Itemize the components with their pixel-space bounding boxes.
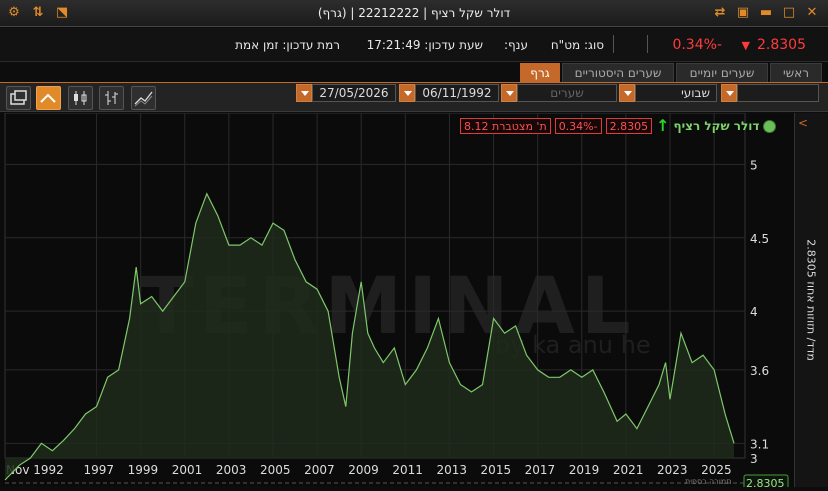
period-dropdown-arrow[interactable] <box>619 84 635 102</box>
legend-series-name: דולר שקל רציף <box>673 119 760 133</box>
chart-legend: דולר שקל רציף ↑ 2.8305 -0.34% ת' מצטברת … <box>460 116 777 135</box>
x-tick-label: 2023 <box>657 463 688 477</box>
info-bar: 2.8305 ▼ -0.34% סוג: מט"ח ענף: שעת עדכון… <box>0 28 828 62</box>
x-tick-label: 2005 <box>260 463 291 477</box>
chart-area[interactable]: TERMINAL by ka anu he 3 3.1 3.6 4 4.5 5 Nov 1992… <box>0 112 828 491</box>
divider <box>613 35 614 53</box>
x-tick-label: 2021 <box>613 463 644 477</box>
tab-main[interactable]: ראשי <box>770 63 822 82</box>
rates-select[interactable]: שערים <box>517 84 617 102</box>
current-price: 2.8305 <box>757 37 806 53</box>
tab-bar: ראשי שערים יומיים שערים היסטוריים גרף <box>0 62 828 82</box>
update-time: שעת עדכון: 17:21:49 <box>366 38 483 52</box>
chart-toolbar: 27/05/2026 06/11/1992 שערים שבועי <box>0 82 828 112</box>
extra-select[interactable] <box>737 84 819 102</box>
x-tick-label: 2011 <box>392 463 423 477</box>
date-to-calendar-button[interactable] <box>399 84 415 102</box>
change-percent: -0.34% <box>672 37 722 53</box>
divider <box>647 35 648 53</box>
y-tick-label: 4.5 <box>750 232 769 246</box>
date-from-calendar-button[interactable] <box>296 84 312 102</box>
y-tick-label: 3.6 <box>750 364 769 378</box>
y-tick-label: 3 <box>750 452 758 466</box>
date-to-field[interactable]: 27/05/2026 <box>312 84 396 102</box>
price-chart[interactable]: TERMINALby ka anu he33.13.644.55Nov 1992… <box>0 112 794 491</box>
mountain-chart-icon[interactable] <box>131 86 156 110</box>
date-from-field[interactable]: 06/11/1992 <box>415 84 499 102</box>
legend-cumulative: ת' מצטברת 8.12 <box>460 118 551 134</box>
up-arrow-icon: ↑ <box>656 116 670 135</box>
period-select[interactable]: שבועי <box>635 84 717 102</box>
y-tick-label: 4 <box>750 305 758 319</box>
y-axis-label: מדד/ תזוזות אחוז 2.8305 <box>804 239 818 361</box>
x-tick-label: 2025 <box>701 463 732 477</box>
series-dot-icon <box>763 119 777 133</box>
maximize-icon[interactable]: □ <box>781 5 797 21</box>
close-icon[interactable]: ✕ <box>804 5 820 21</box>
tab-daily-rates[interactable]: שערים יומיים <box>676 63 768 82</box>
collapse-arrow-icon[interactable]: < <box>798 116 808 130</box>
x-tick-label: 2015 <box>481 463 512 477</box>
link-icon[interactable]: ⇄ <box>712 5 728 21</box>
x-tick-label: 2019 <box>569 463 600 477</box>
ohlc-bars-icon[interactable] <box>99 86 124 110</box>
down-arrow-icon: ▼ <box>741 39 750 52</box>
snapshot-icon[interactable] <box>6 86 31 110</box>
x-tick-label: 2013 <box>436 463 467 477</box>
x-tick-label: 2007 <box>304 463 335 477</box>
x-tick-label: 2017 <box>525 463 556 477</box>
footer-note: תמורה כספית <box>685 477 732 486</box>
x-tick-label: 2003 <box>216 463 247 477</box>
tab-chart[interactable]: גרף <box>520 63 560 82</box>
type-label: סוג: מט"ח <box>550 38 604 52</box>
extra-dropdown-arrow[interactable] <box>721 84 737 102</box>
title-bar: ⚙ ⇅ ⬔ דולר שקל רציף | 22212222 | (גרף) ⇄… <box>0 0 828 27</box>
rates-dropdown-arrow[interactable] <box>501 84 517 102</box>
x-tick-label: 1997 <box>84 463 115 477</box>
candlestick-icon[interactable] <box>68 86 93 110</box>
tile-icon[interactable]: ▣ <box>735 5 751 21</box>
last-price-tag: 2.8305 <box>746 477 785 487</box>
area-chart-icon[interactable] <box>36 86 61 110</box>
branch-label: ענף: <box>503 38 528 52</box>
y-tick-label: 5 <box>750 158 758 172</box>
y-tick-label: 3.1 <box>750 437 769 451</box>
update-level: רמת עדכון: זמן אמת <box>235 38 340 52</box>
tab-historical-rates[interactable]: שערים היסטוריים <box>562 63 674 82</box>
x-tick-label: 2009 <box>348 463 379 477</box>
x-tick-label: 1999 <box>128 463 159 477</box>
minimize-icon[interactable]: ▬ <box>758 5 774 21</box>
legend-price: 2.8305 <box>605 118 653 134</box>
x-tick-label: 2001 <box>172 463 203 477</box>
window-title: דולר שקל רציף | 22212222 | (גרף) <box>317 6 511 20</box>
legend-change: -0.34% <box>554 118 602 134</box>
